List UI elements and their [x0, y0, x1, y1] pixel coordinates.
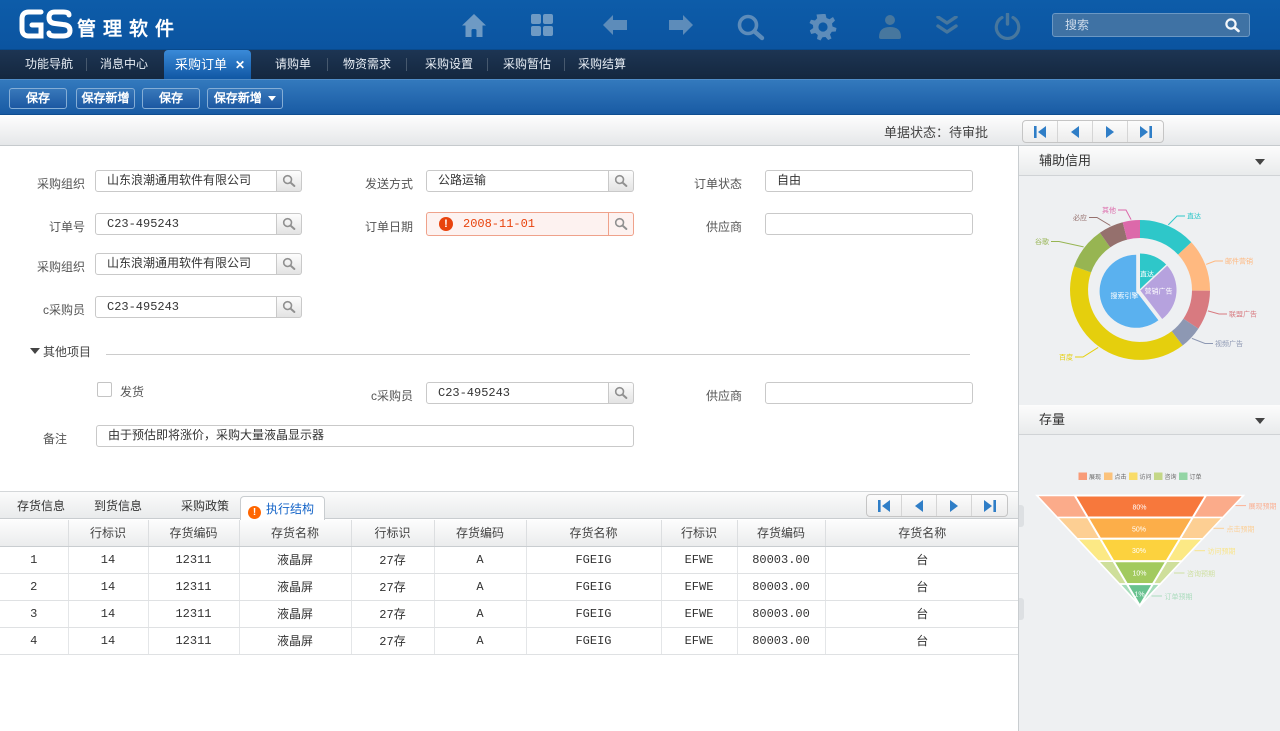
svg-text:展现预期: 展现预期 — [1249, 502, 1277, 511]
svg-text:咨询: 咨询 — [1165, 473, 1177, 481]
svg-text:展现: 展现 — [1089, 474, 1101, 481]
svg-text:搜索引擎: 搜索引擎 — [1111, 291, 1139, 300]
svg-text:50%: 50% — [1132, 527, 1146, 534]
svg-text:点击预期: 点击预期 — [1227, 524, 1255, 533]
svg-text:视频广告: 视频广告 — [1215, 339, 1243, 348]
svg-text:谷歌: 谷歌 — [1035, 237, 1049, 246]
svg-text:访问: 访问 — [1140, 473, 1152, 481]
svg-text:80%: 80% — [1132, 505, 1146, 512]
svg-text:订单: 订单 — [1190, 473, 1202, 481]
svg-text:联盟广告: 联盟广告 — [1229, 310, 1257, 319]
svg-text:其他: 其他 — [1102, 206, 1116, 215]
svg-text:访问预期: 访问预期 — [1208, 547, 1236, 556]
svg-text:30%: 30% — [1132, 548, 1146, 555]
svg-text:营销广告: 营销广告 — [1145, 287, 1173, 296]
svg-text:订单预期: 订单预期 — [1165, 592, 1193, 601]
svg-text:点击: 点击 — [1115, 473, 1127, 481]
svg-text:邮件营销: 邮件营销 — [1225, 257, 1253, 266]
svg-text:10%: 10% — [1132, 571, 1146, 578]
svg-text:1%: 1% — [1134, 592, 1144, 599]
svg-text:必应: 必应 — [1073, 213, 1087, 222]
svg-text:咨询预期: 咨询预期 — [1187, 569, 1215, 578]
svg-text:直达: 直达 — [1187, 212, 1201, 221]
svg-text:百度: 百度 — [1059, 353, 1073, 362]
svg-text:直达: 直达 — [1140, 270, 1154, 279]
